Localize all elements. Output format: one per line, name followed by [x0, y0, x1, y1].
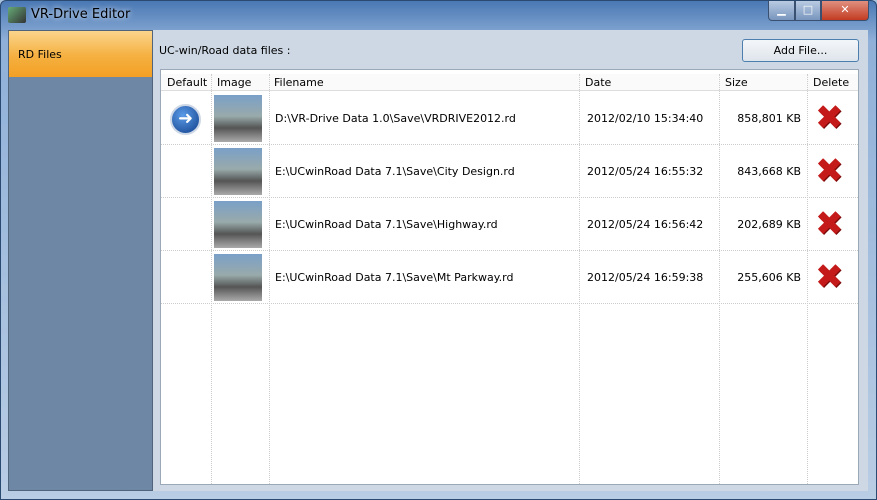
maximize-button[interactable]: □	[795, 1, 821, 21]
col-filename[interactable]: Filename	[274, 76, 324, 89]
thumbnail-image	[214, 201, 262, 248]
default-arrow-icon[interactable]: ➜	[170, 104, 201, 135]
delete-x-icon[interactable]: ✖	[815, 101, 844, 135]
col-delete[interactable]: Delete	[813, 76, 849, 89]
col-default[interactable]: Default	[167, 76, 207, 89]
filename: E:\UCwinRoad Data 7.1\Save\City Design.r…	[275, 165, 515, 178]
size: 843,668 KB	[737, 165, 801, 178]
filename: D:\VR-Drive Data 1.0\Save\VRDRIVE2012.rd	[275, 112, 516, 125]
sidebar-item-rd-files[interactable]: RD Files	[9, 31, 152, 77]
table-header: Default Image Filename Date Size Delete	[161, 74, 858, 91]
section-label: UC-win/Road data files :	[159, 44, 291, 57]
delete-x-icon[interactable]: ✖	[815, 260, 844, 294]
table-row[interactable]: E:\UCwinRoad Data 7.1\Save\Mt Parkway.rd…	[161, 251, 858, 304]
close-button[interactable]: ✕	[821, 1, 869, 21]
date: 2012/05/24 16:59:38	[587, 271, 704, 284]
col-size[interactable]: Size	[725, 76, 748, 89]
delete-x-icon[interactable]: ✖	[815, 154, 844, 188]
main-panel: UC-win/Road data files : Add File... Def…	[153, 30, 868, 491]
date: 2012/05/24 16:55:32	[587, 165, 704, 178]
sidebar: RD Files	[8, 30, 153, 491]
date: 2012/02/10 15:34:40	[587, 112, 704, 125]
filename: E:\UCwinRoad Data 7.1\Save\Mt Parkway.rd	[275, 271, 514, 284]
window-title: VR-Drive Editor	[31, 7, 131, 22]
thumbnail-image	[214, 95, 262, 142]
col-date[interactable]: Date	[585, 76, 611, 89]
files-table: Default Image Filename Date Size Delete …	[160, 69, 859, 485]
table-row[interactable]: E:\UCwinRoad Data 7.1\Save\Highway.rd 201…	[161, 198, 858, 251]
thumbnail-image	[214, 254, 262, 301]
filename: E:\UCwinRoad Data 7.1\Save\Highway.rd	[275, 218, 498, 231]
minimize-button[interactable]: ▁	[768, 1, 795, 21]
thumbnail-image	[214, 148, 262, 195]
add-file-button[interactable]: Add File...	[742, 39, 859, 62]
table-row[interactable]: ➜ D:\VR-Drive Data 1.0\Save\VRDRIVE2012.r…	[161, 92, 858, 145]
size: 255,606 KB	[737, 271, 801, 284]
size: 202,689 KB	[737, 218, 801, 231]
delete-x-icon[interactable]: ✖	[815, 207, 844, 241]
app-icon	[8, 7, 26, 23]
table-row[interactable]: E:\UCwinRoad Data 7.1\Save\City Design.r…	[161, 145, 858, 198]
col-image[interactable]: Image	[217, 76, 251, 89]
date: 2012/05/24 16:56:42	[587, 218, 704, 231]
size: 858,801 KB	[737, 112, 801, 125]
